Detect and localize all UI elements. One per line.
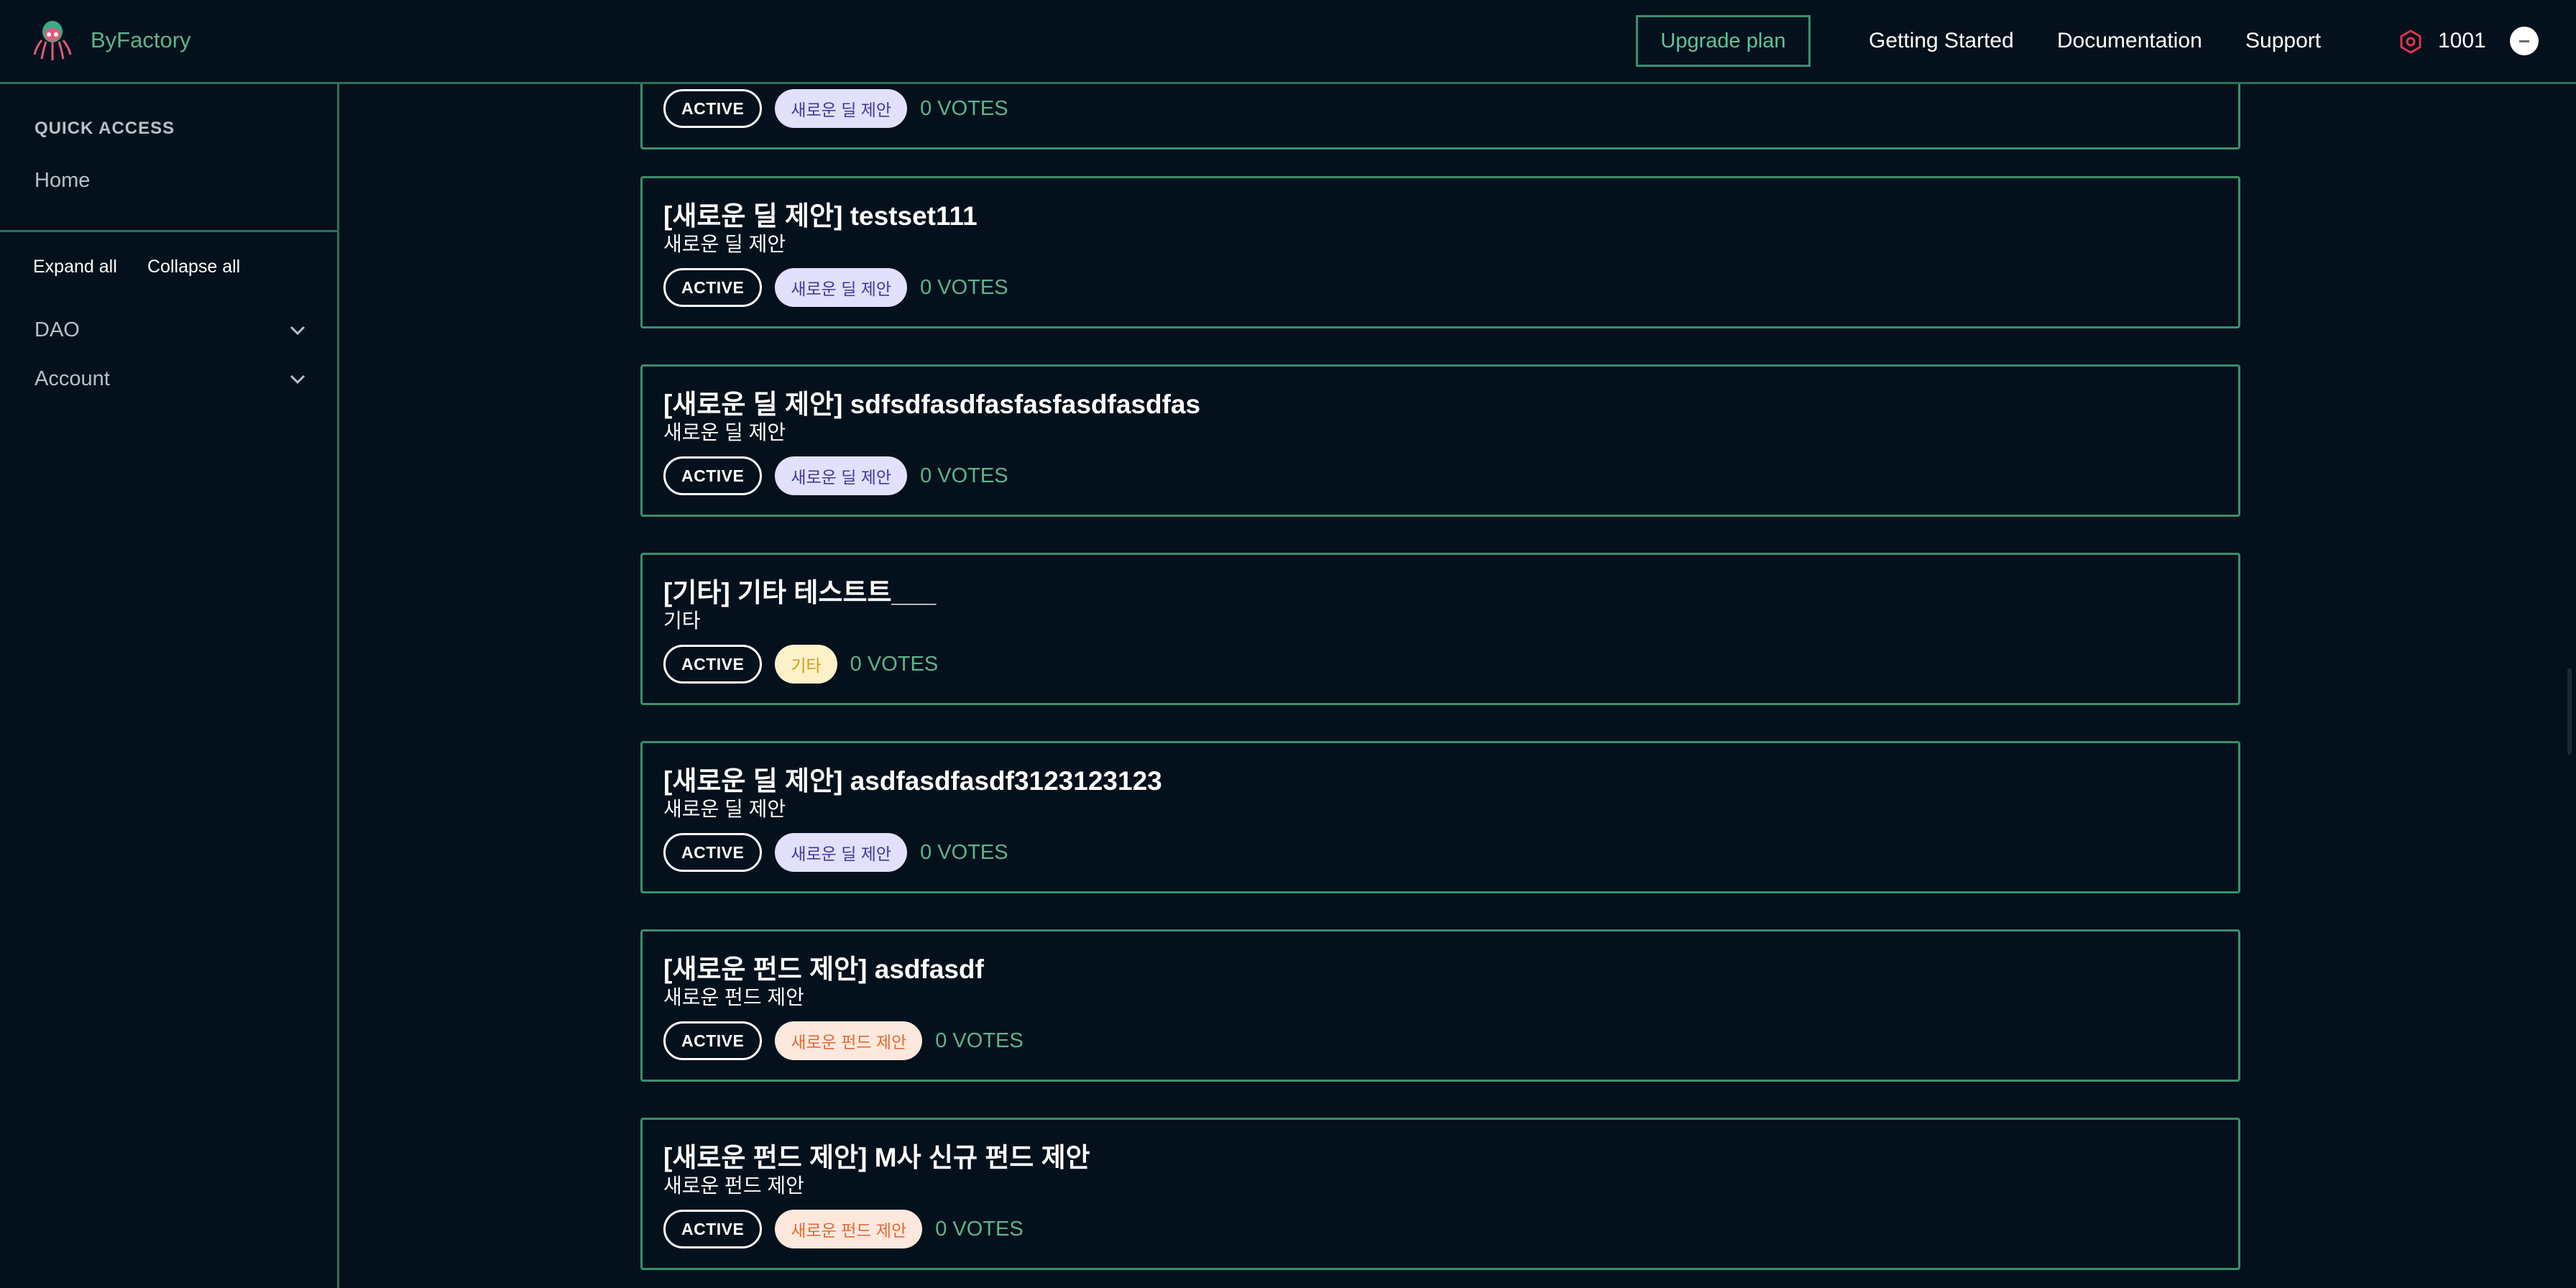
category-badge: 새로운 딜 제안 bbox=[775, 89, 908, 128]
proposal-category-text: 새로운 딜 제안 bbox=[663, 233, 786, 255]
nav-support[interactable]: Support bbox=[2245, 29, 2321, 53]
vote-count: 0 VOTES bbox=[920, 275, 1008, 299]
proposal-category-text: 새로운 딜 제안 bbox=[663, 798, 786, 820]
proposal-badges: ACTIVE 새로운 펀드 제안 0 VOTES bbox=[663, 1021, 1024, 1060]
vote-count: 0 VOTES bbox=[920, 464, 1008, 487]
nav-documentation[interactable]: Documentation bbox=[2057, 29, 2202, 53]
chevron-down-icon[interactable] bbox=[288, 320, 308, 340]
status-badge: ACTIVE bbox=[663, 645, 763, 684]
proposal-category-text: 새로운 딜 제안 bbox=[663, 421, 786, 443]
vote-count: 0 VOTES bbox=[850, 652, 939, 676]
proposal-card[interactable]: ACTIVE 새로운 딜 제안 0 VOTES bbox=[640, 84, 2240, 150]
sidebar-item-label: DAO bbox=[34, 318, 80, 341]
credit-hexagon-icon bbox=[2400, 29, 2421, 54]
vote-count: 0 VOTES bbox=[935, 1217, 1024, 1241]
category-badge: 기타 bbox=[775, 645, 837, 684]
category-badge: 새로운 딜 제안 bbox=[775, 833, 908, 872]
nav-getting-started[interactable]: Getting Started bbox=[1869, 29, 2014, 53]
proposal-card[interactable]: [새로운 딜 제안] testset111 새로운 딜 제안 ACTIVE 새로… bbox=[640, 176, 2240, 328]
chevron-down-icon[interactable] bbox=[288, 369, 308, 389]
upgrade-plan-button[interactable]: Upgrade plan bbox=[1636, 15, 1811, 67]
proposal-category-text: 새로운 펀드 제안 bbox=[663, 986, 804, 1008]
proposal-title[interactable]: [기타] 기타 테스트트___ bbox=[663, 571, 936, 610]
vote-count: 0 VOTES bbox=[920, 840, 1008, 864]
status-badge: ACTIVE bbox=[663, 456, 763, 495]
status-badge: ACTIVE bbox=[663, 268, 763, 307]
proposal-title[interactable]: [새로운 딜 제안] asdfasdfasdf3123123123 bbox=[663, 759, 1162, 798]
sidebar-item-account[interactable]: Account bbox=[34, 363, 308, 395]
top-header: ByFactory Upgrade plan Getting Started D… bbox=[0, 0, 2576, 84]
status-badge: ACTIVE bbox=[663, 1210, 763, 1248]
collapse-all-button[interactable]: Collapse all bbox=[147, 257, 240, 277]
status-badge: ACTIVE bbox=[663, 89, 763, 128]
proposal-category-text: 기타 bbox=[663, 610, 701, 632]
brand-name[interactable]: ByFactory bbox=[91, 27, 191, 53]
category-badge: 새로운 펀드 제안 bbox=[775, 1210, 923, 1248]
category-badge: 새로운 펀드 제안 bbox=[775, 1021, 923, 1060]
sidebar-item-label: Account bbox=[34, 367, 110, 390]
proposal-badges: ACTIVE 기타 0 VOTES bbox=[663, 645, 938, 684]
vote-count: 0 VOTES bbox=[935, 1029, 1024, 1052]
category-badge: 새로운 딜 제안 bbox=[775, 456, 908, 495]
proposal-title[interactable]: [새로운 펀드 제안] asdfasdf bbox=[663, 947, 984, 986]
scrollbar-thumb[interactable] bbox=[2567, 668, 2572, 755]
proposal-title[interactable]: [새로운 펀드 제안] M사 신규 펀드 제안 bbox=[663, 1136, 1090, 1174]
proposal-card[interactable]: [새로운 딜 제안] asdfasdfasdf3123123123 새로운 딜 … bbox=[640, 741, 2240, 893]
proposal-title[interactable]: [새로운 딜 제안] sdfsdfasdfasfasfasdfasdfas bbox=[663, 382, 1200, 421]
avatar-glyph-icon bbox=[2519, 40, 2529, 42]
sidebar-item-dao[interactable]: DAO bbox=[34, 314, 308, 346]
proposal-card[interactable]: [새로운 펀드 제안] asdfasdf 새로운 펀드 제안 ACTIVE 새로… bbox=[640, 929, 2240, 1082]
status-badge: ACTIVE bbox=[663, 1021, 763, 1060]
proposal-badges: ACTIVE 새로운 펀드 제안 0 VOTES bbox=[663, 1210, 1024, 1248]
status-badge: ACTIVE bbox=[663, 833, 763, 872]
proposal-title[interactable]: [새로운 딜 제안] testset111 bbox=[663, 194, 978, 233]
sidebar-item-home[interactable]: Home bbox=[34, 169, 90, 193]
proposal-badges: ACTIVE 새로운 딜 제안 0 VOTES bbox=[663, 833, 1008, 872]
vote-count: 0 VOTES bbox=[920, 96, 1008, 120]
proposal-badges: ACTIVE 새로운 딜 제안 0 VOTES bbox=[663, 456, 1008, 495]
proposal-card[interactable]: [새로운 딜 제안] sdfsdfasdfasfasfasdfasdfas 새로… bbox=[640, 364, 2240, 517]
user-avatar[interactable] bbox=[2510, 27, 2539, 55]
proposal-badges: ACTIVE 새로운 딜 제안 0 VOTES bbox=[663, 268, 1008, 307]
proposal-card[interactable]: [기타] 기타 테스트트___ 기타 ACTIVE 기타 0 VOTES bbox=[640, 553, 2240, 705]
octopus-logo-icon[interactable] bbox=[32, 19, 73, 62]
quick-access-title: QUICK ACCESS bbox=[34, 119, 175, 138]
sidebar: QUICK ACCESS Home Expand all Collapse al… bbox=[0, 84, 339, 1288]
proposal-card[interactable]: [새로운 펀드 제안] M사 신규 펀드 제안 새로운 펀드 제안 ACTIVE… bbox=[640, 1118, 2240, 1270]
expand-all-button[interactable]: Expand all bbox=[33, 257, 117, 277]
proposal-list: ACTIVE 새로운 딜 제안 0 VOTES [새로운 딜 제안] tests… bbox=[341, 84, 2576, 1288]
category-badge: 새로운 딜 제안 bbox=[775, 268, 908, 307]
proposal-badges: ACTIVE 새로운 딜 제안 0 VOTES bbox=[663, 89, 1008, 128]
credit-balance: 1001 bbox=[2438, 29, 2486, 52]
proposal-category-text: 새로운 펀드 제안 bbox=[663, 1174, 804, 1197]
sidebar-divider bbox=[0, 230, 339, 232]
